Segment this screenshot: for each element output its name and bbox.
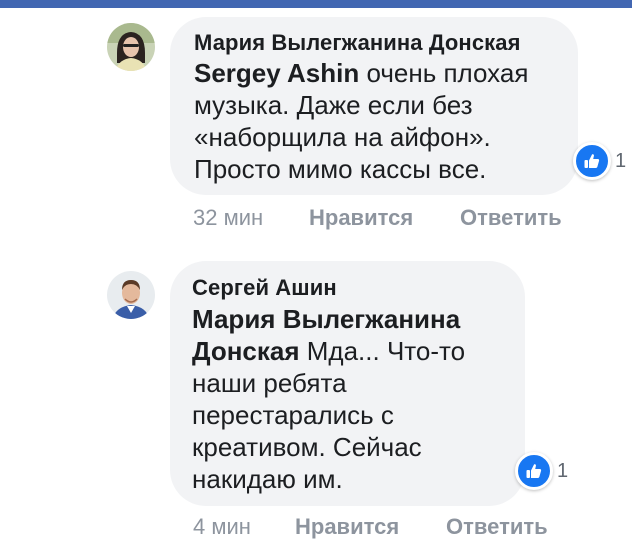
comment-text-line: накидаю им. bbox=[192, 464, 343, 494]
comment-text-line: Донская Мда... Что-то bbox=[192, 335, 465, 367]
like-button[interactable]: Нравится bbox=[309, 205, 413, 231]
comment-timestamp[interactable]: 32 мин bbox=[193, 205, 263, 231]
comment-text-line: Просто мимо кассы все. bbox=[194, 154, 487, 184]
avatar-sergey[interactable] bbox=[107, 271, 155, 319]
mention-link[interactable]: Донская bbox=[192, 336, 300, 366]
thumbs-up-icon bbox=[515, 452, 553, 490]
comment-text-line: «наборщила на айфон». bbox=[194, 122, 491, 152]
thumbs-up-icon bbox=[573, 142, 611, 180]
comment-text: Мда... Что-то bbox=[299, 336, 466, 366]
comment-author[interactable]: Сергей Ашин bbox=[192, 275, 337, 301]
comment-author[interactable]: Мария Вылегжанина Донская bbox=[194, 30, 521, 56]
comment-text-line: наши ребята bbox=[192, 368, 347, 398]
like-button[interactable]: Нравится bbox=[295, 514, 399, 540]
comment-timestamp[interactable]: 4 мин bbox=[193, 514, 251, 540]
reaction-summary[interactable]: 1 bbox=[515, 452, 568, 490]
reply-button[interactable]: Ответить bbox=[446, 514, 548, 540]
comment-text-line: перестарались с bbox=[192, 400, 394, 430]
comment-text-line: Sergey Ashin очень плохая bbox=[194, 57, 528, 89]
avatar-maria[interactable] bbox=[107, 23, 155, 71]
reply-button[interactable]: Ответить bbox=[460, 205, 562, 231]
comment-bubble: Мария Вылегжанина Донская Sergey Ashin о… bbox=[170, 17, 578, 195]
mention-link[interactable]: Мария Вылегжанина bbox=[192, 303, 460, 335]
top-navigation-bar bbox=[0, 0, 632, 8]
comment-text: очень плохая bbox=[359, 58, 529, 88]
comment-text-line: музыка. Даже если без bbox=[194, 90, 473, 120]
comment-text-line: креативом. Сейчас bbox=[192, 432, 422, 462]
mention-link[interactable]: Sergey Ashin bbox=[194, 58, 359, 88]
reaction-summary[interactable]: 1 bbox=[573, 142, 626, 180]
comment-bubble: Сергей Ашин Мария Вылегжанина Донская Мд… bbox=[170, 261, 525, 506]
reaction-count: 1 bbox=[615, 149, 627, 172]
reaction-count: 1 bbox=[557, 459, 569, 482]
